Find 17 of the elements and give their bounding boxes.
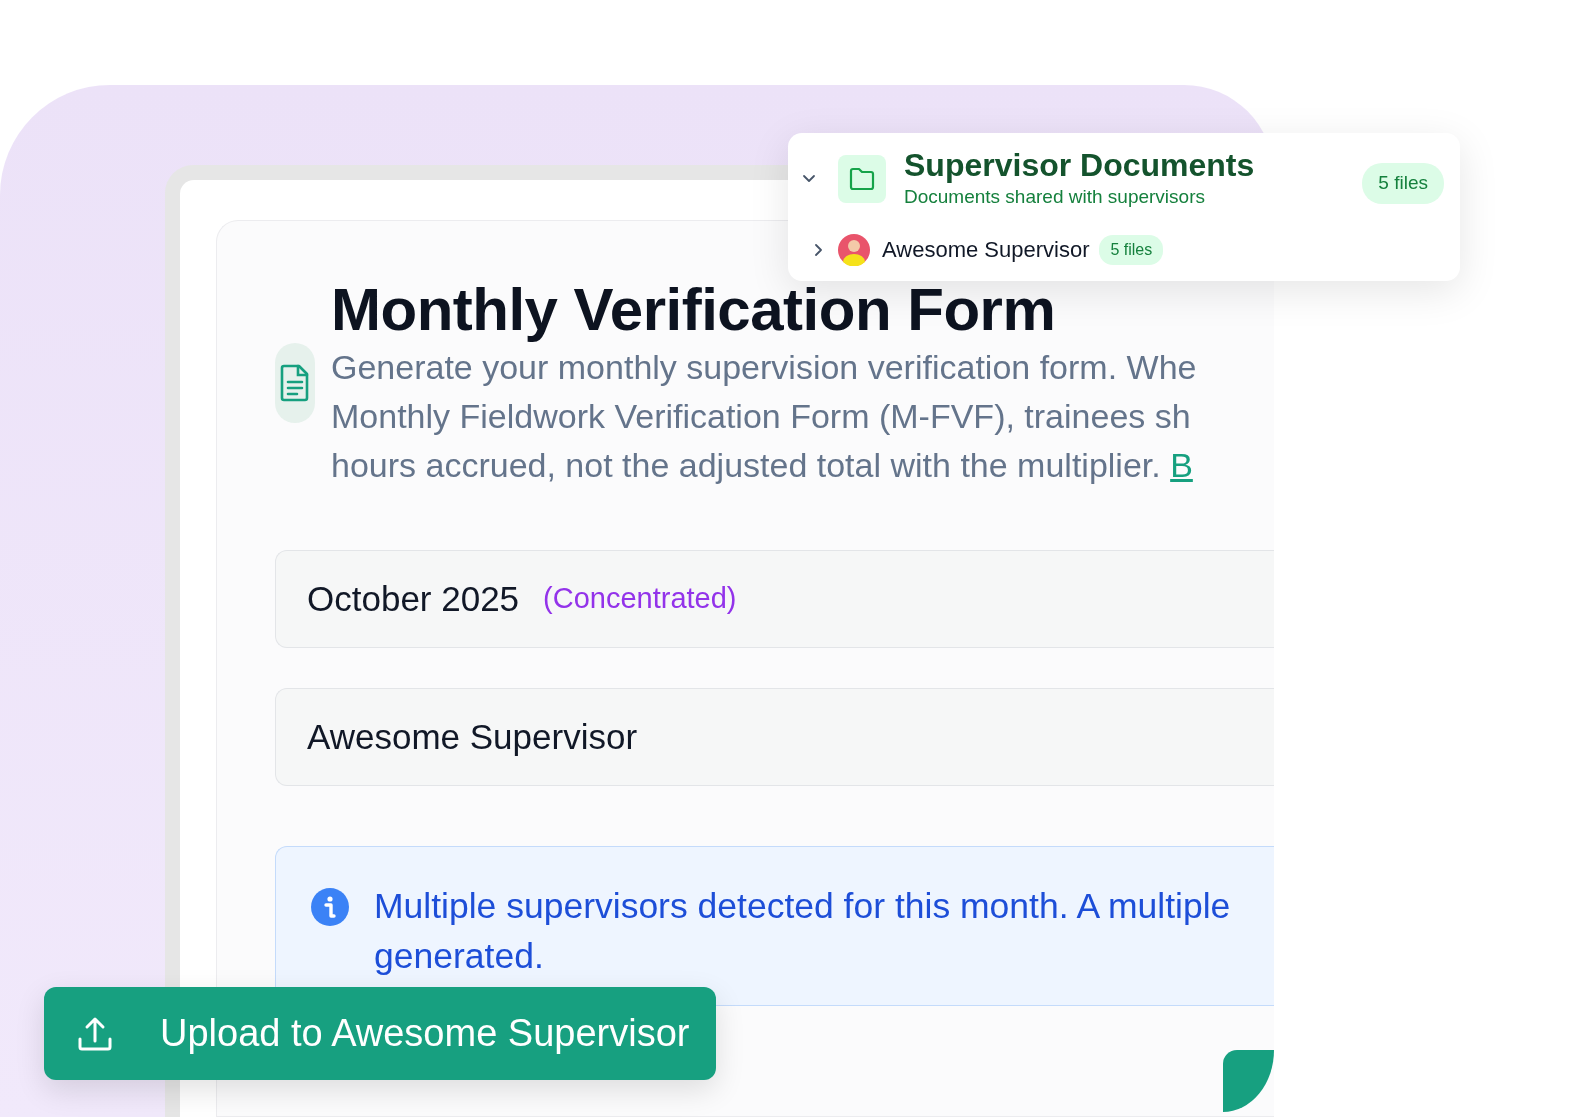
field-value: October 2025 xyxy=(307,577,520,620)
field-note: (Concentrated) xyxy=(543,581,737,617)
supervisor-field[interactable]: Awesome Supervisor xyxy=(275,688,1274,786)
alert-message: Multiple supervisors detected for this month. A multiple generated. xyxy=(374,885,1231,978)
file-count: 5 files xyxy=(1099,234,1164,265)
document-icon xyxy=(275,343,315,423)
file-count: 5 files xyxy=(1362,163,1444,204)
avatar xyxy=(838,233,870,266)
month-field[interactable]: October 2025 (Concentrated) xyxy=(275,550,1274,648)
card-title: Supervisor Documents xyxy=(904,149,1256,183)
form-title: Monthly Verification Form xyxy=(331,277,1057,343)
field-value: Awesome Supervisor xyxy=(307,715,638,758)
info-icon xyxy=(310,887,350,927)
form-description: Generate your monthly supervision verification form. Whe Monthly Fieldwork Verification Form (M-FVF), trainees sh hours accrued, not the adjusted total with the multiplier. B xyxy=(331,347,1197,486)
card-subtitle: Documents shared with supervisors xyxy=(904,184,1206,209)
folder-icon xyxy=(838,155,886,203)
supervisor-name[interactable]: Awesome Supervisor xyxy=(882,233,1090,267)
